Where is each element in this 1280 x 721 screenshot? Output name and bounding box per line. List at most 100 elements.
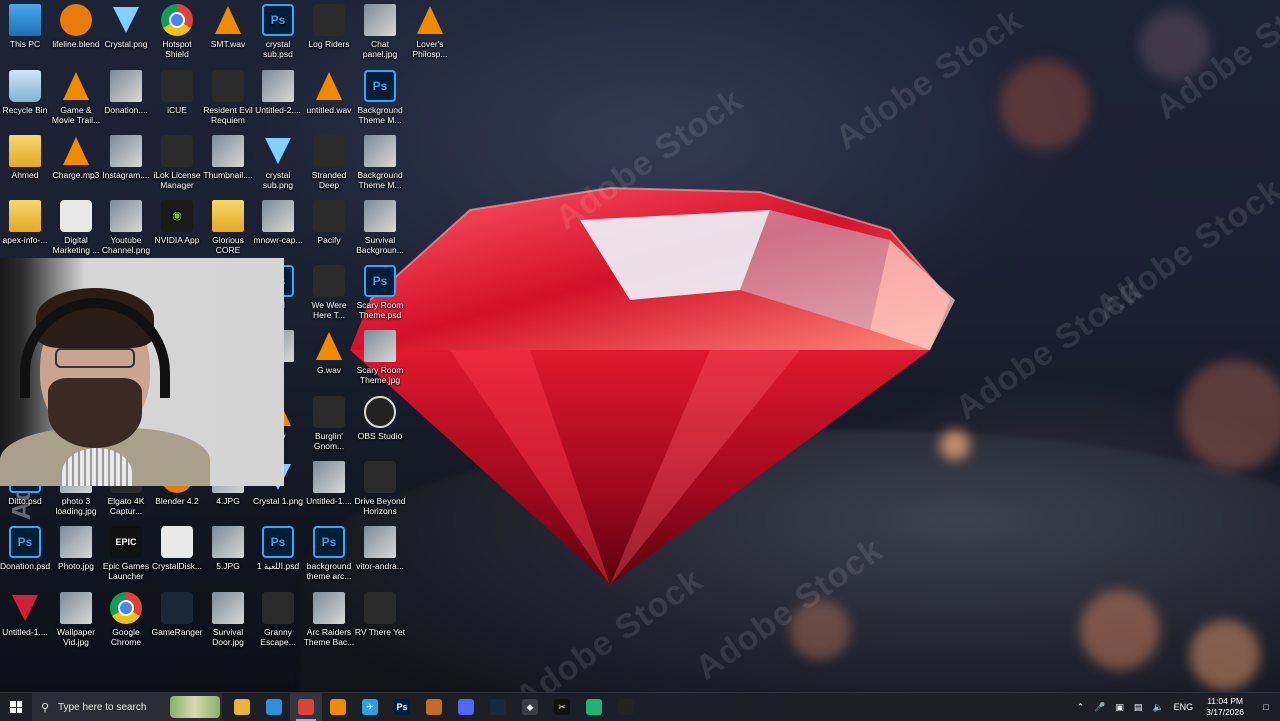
desktop-icon[interactable]: This PC <box>0 4 51 49</box>
desktop-icon[interactable]: Drive Beyond Horizons <box>354 461 406 516</box>
desktop-icon[interactable]: mnowr-cap... <box>252 200 304 245</box>
desktop-icon[interactable]: Granny Escape... <box>252 592 304 647</box>
microphone-icon[interactable]: 🎤 <box>1089 702 1110 713</box>
desktop-icon[interactable]: Ps Background Theme M... <box>354 70 406 125</box>
image-icon <box>364 200 396 232</box>
taskbar-app-button[interactable] <box>578 693 610 721</box>
desktop-icon-label: Elgato 4K Captur... <box>107 496 145 516</box>
network-icon[interactable]: ▤ <box>1129 702 1148 713</box>
start-button[interactable] <box>0 693 32 721</box>
capcut-icon: ✂ <box>554 699 570 715</box>
security-icon[interactable]: ▣ <box>1110 702 1129 713</box>
desktop-icon[interactable]: iCUE <box>151 70 203 115</box>
desktop-icon[interactable]: G.wav <box>303 330 355 375</box>
desktop-icon[interactable]: Hotspot Shield <box>151 4 203 59</box>
desktop-icon[interactable]: EPIC Epic Games Launcher <box>100 526 152 581</box>
desktop-icon[interactable]: Burglin' Gnom... <box>303 396 355 451</box>
tray-overflow-chevron-icon[interactable]: ⌃ <box>1072 702 1090 713</box>
desktop-icon[interactable]: Charge.mp3 <box>50 135 102 180</box>
desktop-icon[interactable]: Arc Raiders Theme Bac... <box>303 592 355 647</box>
desktop-icon[interactable]: Ps اللعبة 1.psd <box>252 526 304 571</box>
game-icon <box>212 70 244 102</box>
desktop-icon[interactable]: Untitled-1.... <box>303 461 355 506</box>
desktop-icon[interactable]: ◉ NVIDIA App <box>151 200 203 245</box>
desktop-icon[interactable]: Game & Movie Trail... <box>50 70 102 125</box>
taskbar-app-button[interactable] <box>418 693 450 721</box>
desktop-icon[interactable]: 5.JPG <box>202 526 254 571</box>
desktop-icon[interactable]: Log Riders <box>303 4 355 49</box>
desktop-icon[interactable]: Stranded Deep <box>303 135 355 190</box>
desktop-icon[interactable]: Thumbnail.... <box>202 135 254 180</box>
desktop-icon[interactable]: CrystalDisk... <box>151 526 203 571</box>
desktop-icon[interactable]: Google Chrome <box>100 592 152 647</box>
desktop-icon-label: photo 3 loading.jpg <box>55 496 97 516</box>
desktop-icon[interactable]: Pacify <box>303 200 355 245</box>
desktop-icon[interactable]: Resident Evil Requiem <box>202 70 254 125</box>
game-icon <box>364 592 396 624</box>
red-diamond-image <box>350 186 955 585</box>
desktop-icon[interactable]: Digital Marketing ... <box>50 200 102 255</box>
taskbar-app-button[interactable] <box>258 693 290 721</box>
vlc-icon <box>60 135 92 167</box>
red-gem-icon <box>9 592 41 624</box>
notification-center-icon[interactable]: □ <box>1252 702 1280 712</box>
desktop-icon[interactable]: Wallpaper Vid.jpg <box>50 592 102 647</box>
desktop-icon[interactable]: crystal sub.png <box>252 135 304 190</box>
clock[interactable]: 11:04 PM 3/17/2026 <box>1198 696 1252 718</box>
desktop-icon[interactable]: Ps Scary Room Theme.psd <box>354 265 406 320</box>
desktop-icon[interactable]: apex-info-... <box>0 200 51 245</box>
desktop-icon[interactable]: GameRanger <box>151 592 203 637</box>
desktop-icon[interactable]: Ps crystal sub.psd <box>252 4 304 59</box>
desktop-icon[interactable]: iLok License Manager <box>151 135 203 190</box>
taskbar-app-button[interactable] <box>450 693 482 721</box>
taskbar-search-box[interactable]: ⚲ Type here to search <box>32 693 222 721</box>
desktop-icon[interactable]: RV There Yet <box>354 592 406 637</box>
desktop-icon-label: mnowr-cap... <box>253 235 303 245</box>
desktop-icon[interactable]: Instagram.... <box>100 135 152 180</box>
desktop-icon[interactable]: Ahmed <box>0 135 51 180</box>
gameranger-icon <box>161 592 193 624</box>
desktop-icon[interactable]: Donation.... <box>100 70 152 115</box>
taskbar-app-button[interactable]: Ps <box>386 693 418 721</box>
volume-icon[interactable]: 🔈 <box>1147 702 1168 713</box>
desktop-icon[interactable]: Survival Backgroun... <box>354 200 406 255</box>
taskbar-app-button[interactable] <box>290 693 322 721</box>
taskbar-app-button[interactable] <box>610 693 642 721</box>
desktop-icon[interactable]: Youtube Channel.png <box>100 200 152 255</box>
desktop-icon[interactable]: Scary Room Theme.jpg <box>354 330 406 385</box>
desktop-icon[interactable]: Lover's Philosp... <box>404 4 456 59</box>
desktop-icon[interactable]: Ps background theme arc... <box>303 526 355 581</box>
desktop-icon[interactable]: untitled.wav <box>303 70 355 115</box>
taskbar-app-button[interactable]: ◆ <box>514 693 546 721</box>
game-icon <box>313 396 345 428</box>
desktop-icon[interactable]: Chat panel.jpg <box>354 4 406 59</box>
desktop-icon[interactable]: lifeline.blend <box>50 4 102 49</box>
desktop-icon[interactable]: Untitled-2.... <box>252 70 304 115</box>
desktop-icon-label: background theme arc... <box>306 561 352 581</box>
taskbar-app-button[interactable]: ✈ <box>354 693 386 721</box>
desktop-icon[interactable]: Crystal.png <box>100 4 152 49</box>
desktop-icon[interactable]: Ps Donation.psd <box>0 526 51 571</box>
image-icon <box>364 526 396 558</box>
desktop-icon-label: Instagram.... <box>102 170 150 180</box>
desktop-icon[interactable]: Survival Door.jpg <box>202 592 254 647</box>
desktop-icon[interactable]: Untitled-1.... <box>0 592 51 637</box>
taskbar-app-button[interactable] <box>226 693 258 721</box>
desktop-icon[interactable]: Background Theme M... <box>354 135 406 190</box>
taskbar-app-button[interactable]: ✂ <box>546 693 578 721</box>
desktop-icon[interactable]: SMT.wav <box>202 4 254 49</box>
desktop-icon[interactable]: Glorious CORE <box>202 200 254 255</box>
game-icon <box>313 200 345 232</box>
desktop-icon-label: Youtube Channel.png <box>101 235 151 255</box>
taskbar-app-button[interactable] <box>322 693 354 721</box>
desktop-icon[interactable]: OBS Studio <box>354 396 406 441</box>
file-icon <box>9 200 41 232</box>
desktop-icon[interactable]: We Were Here T... <box>303 265 355 320</box>
image-icon <box>60 526 92 558</box>
desktop-icon-label: Scary Room Theme.psd <box>356 300 404 320</box>
taskbar-app-button[interactable] <box>482 693 514 721</box>
desktop-icon[interactable]: Photo.jpg <box>50 526 102 571</box>
desktop-icon[interactable]: Recycle Bin <box>0 70 51 115</box>
desktop-icon[interactable]: vitor-andra... <box>354 526 406 571</box>
language-indicator[interactable]: ENG <box>1169 702 1199 712</box>
